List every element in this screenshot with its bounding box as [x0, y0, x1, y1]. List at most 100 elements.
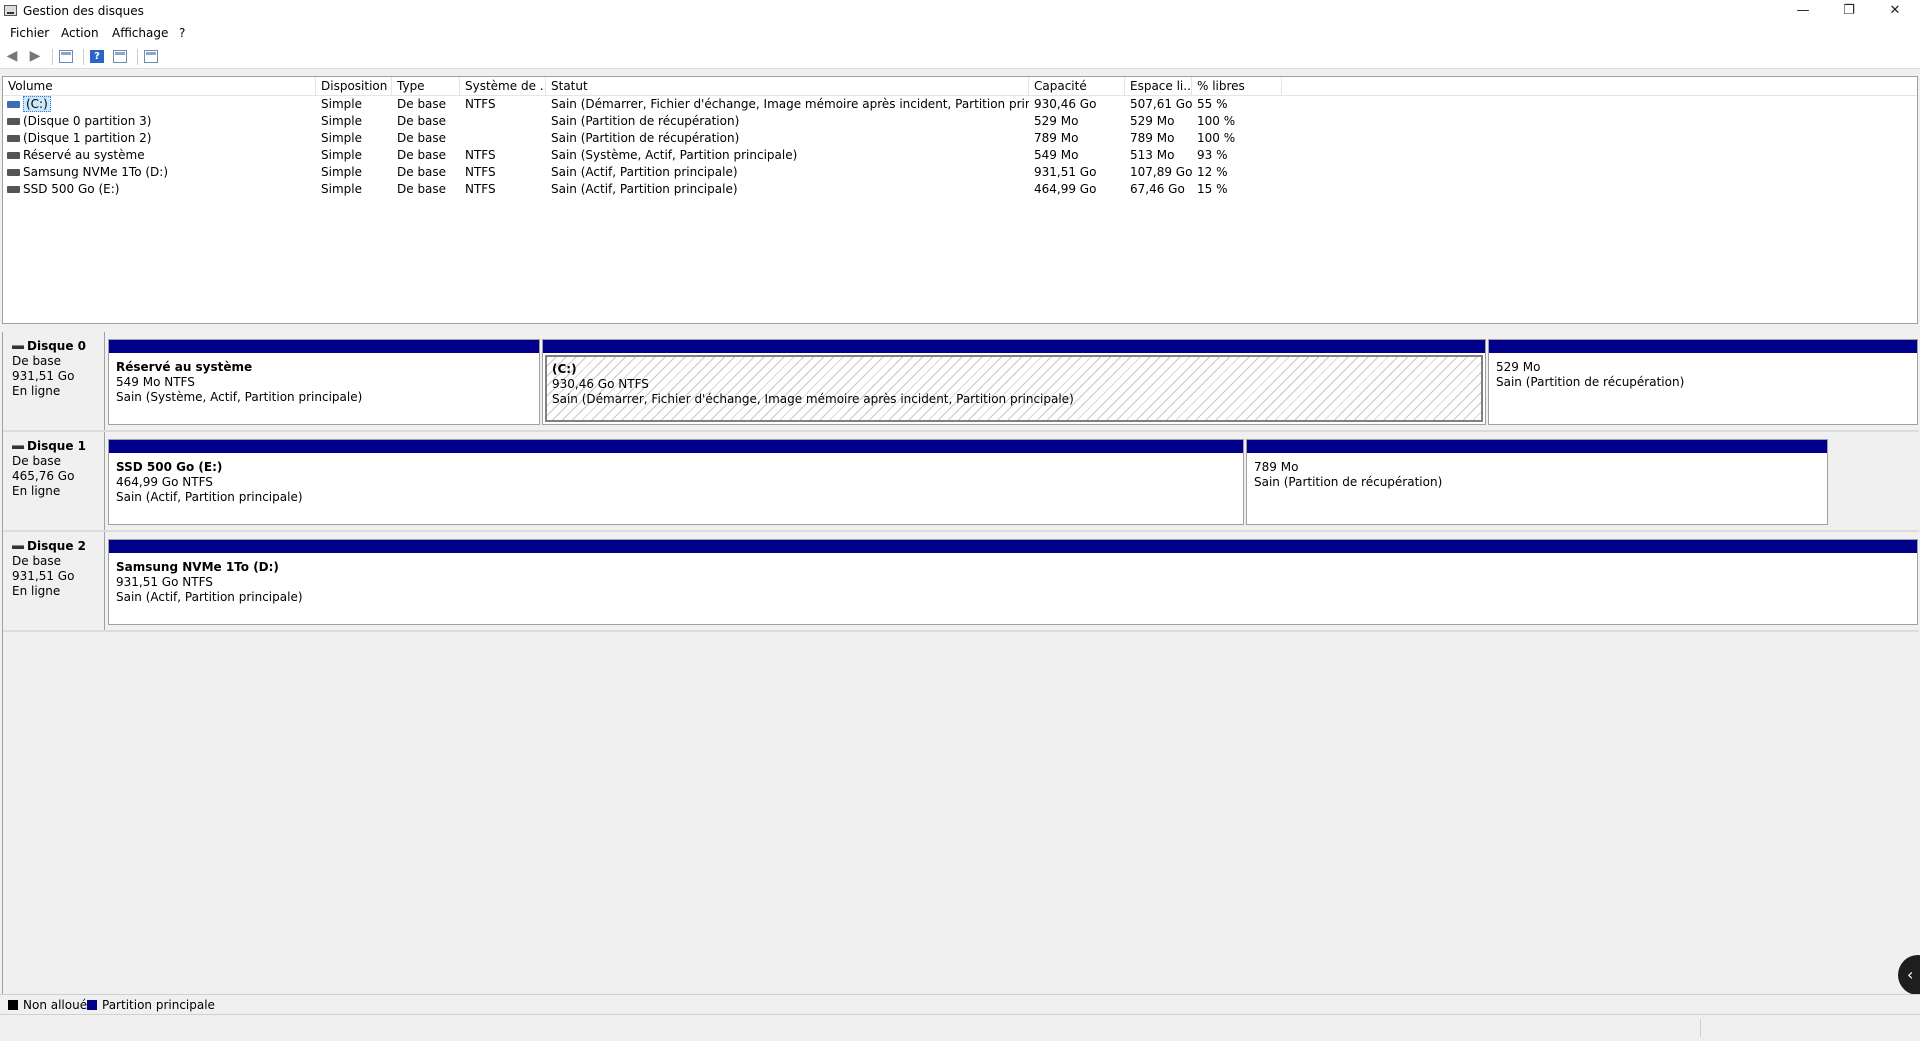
table-cell: 100 % [1197, 131, 1236, 145]
disk-row-2: Disque 2 De base 931,51 Go En ligne Sams… [3, 532, 1919, 630]
disk-label-1[interactable]: Disque 1 De base 465,76 Go En ligne [3, 432, 105, 530]
table-cell: Simple [321, 97, 362, 111]
table-cell: Sain (Démarrer, Fichier d'échange, Image… [551, 97, 1029, 111]
title-bar: Gestion des disques — ❐ ✕ [0, 0, 1920, 23]
table-cell: De base [397, 131, 447, 145]
table-cell: 93 % [1197, 148, 1228, 162]
col-filesystem[interactable]: Système de ... [460, 77, 546, 95]
table-cell: 513 Mo [1130, 148, 1175, 162]
table-cell: Simple [321, 182, 362, 196]
volume-icon [7, 186, 20, 193]
partition-recovery-0[interactable]: 529 Mo Sain (Partition de récupération) [1488, 339, 1918, 425]
window-title: Gestion des disques [23, 4, 144, 18]
table-cell: 15 % [1197, 182, 1228, 196]
table-cell: NTFS [465, 165, 496, 179]
toolbar-separator [137, 49, 138, 65]
table-cell: Samsung NVMe 1To (D:) [3, 164, 316, 181]
table-cell: Sain (Partition de récupération) [551, 131, 740, 145]
pane-splitter[interactable] [0, 324, 1920, 332]
partition-c[interactable]: (C:) 930,46 Go NTFS Sain (Démarrer, Fich… [542, 339, 1486, 425]
table-cell: 931,51 Go [1034, 165, 1097, 179]
partition-e[interactable]: SSD 500 Go (E:) 464,99 Go NTFS Sain (Act… [108, 439, 1244, 525]
volume-icon [7, 152, 20, 159]
volume-list-header: Volume Disposition Type Système de ... S… [3, 77, 1917, 96]
menu-help[interactable]: ? [179, 26, 185, 40]
volume-icon [7, 118, 20, 125]
volume-icon [7, 135, 20, 142]
toolbar-separator [83, 49, 84, 65]
legend-unallocated: Non alloué [23, 998, 88, 1012]
disk-row-0: Disque 0 De base 931,51 Go En ligne Rése… [3, 332, 1919, 430]
properties-icon[interactable] [113, 50, 127, 63]
table-cell: 529 Mo [1130, 114, 1175, 128]
status-separator [1700, 1019, 1701, 1037]
table-cell [460, 113, 546, 130]
table-cell: De base [397, 182, 447, 196]
volume-list[interactable]: Volume Disposition Type Système de ... S… [2, 76, 1918, 324]
back-arrow-icon[interactable]: ◀ [5, 49, 19, 63]
table-cell: 529 Mo [1034, 114, 1079, 128]
table-cell: (Disque 0 partition 3) [3, 113, 316, 130]
disk-label-2[interactable]: Disque 2 De base 931,51 Go En ligne [3, 532, 105, 630]
table-row[interactable]: Samsung NVMe 1To (D:) Simple De base NTFS Sa… [3, 164, 1917, 181]
col-disposition[interactable]: Disposition [316, 77, 392, 95]
table-cell: Simple [321, 131, 362, 145]
col-statut[interactable]: Statut [546, 77, 1029, 95]
table-cell: 12 % [1197, 165, 1228, 179]
table-cell: Simple [321, 148, 362, 162]
restore-button[interactable]: ❐ [1827, 0, 1871, 23]
table-cell: Sain (Actif, Partition principale) [551, 165, 738, 179]
table-cell: De base [397, 148, 447, 162]
disk-icon [12, 344, 24, 349]
table-cell: 107,89 Go [1130, 165, 1192, 179]
col-espace-libre[interactable]: Espace li... [1125, 77, 1192, 95]
primary-partition-bar [1489, 340, 1917, 353]
help-icon[interactable]: ? [90, 50, 104, 63]
table-cell: Sain (Actif, Partition principale) [551, 182, 738, 196]
table-cell [460, 130, 546, 147]
col-pourcent-libre[interactable]: % libres [1192, 77, 1282, 95]
col-type[interactable]: Type [392, 77, 460, 95]
table-cell: 930,46 Go [1034, 97, 1097, 111]
table-cell: De base [397, 165, 447, 179]
disk-icon [12, 444, 24, 449]
table-cell: Simple [321, 165, 362, 179]
partition-recovery-1[interactable]: 789 Mo Sain (Partition de récupération) [1246, 439, 1828, 525]
table-cell: De base [397, 97, 447, 111]
table-row[interactable]: (Disque 1 partition 2) Simple De base Sain … [3, 130, 1917, 147]
table-cell: De base [397, 114, 447, 128]
partition-d[interactable]: Samsung NVMe 1To (D:) 931,51 Go NTFS Sai… [108, 539, 1918, 625]
table-cell: Simple [321, 114, 362, 128]
table-cell: 789 Mo [1034, 131, 1079, 145]
disk-row-1: Disque 1 De base 465,76 Go En ligne SSD … [3, 432, 1919, 530]
col-volume[interactable]: Volume [3, 77, 316, 95]
menu-action[interactable]: Action [61, 26, 99, 40]
table-row[interactable]: SSD 500 Go (E:) Simple De base NTFS Sain (Ac… [3, 181, 1917, 198]
col-capacite[interactable]: Capacité [1029, 77, 1125, 95]
partition-reserve-systeme[interactable]: Réservé au système 549 Mo NTFS Sain (Sys… [108, 339, 540, 425]
console-tree-icon[interactable] [59, 50, 73, 63]
disk-layout-pane: Disque 0 De base 931,51 Go En ligne Rése… [2, 332, 1919, 1010]
disk-management-icon [4, 5, 17, 16]
menu-affichage[interactable]: Affichage [112, 26, 168, 40]
table-cell: (C:) [3, 96, 316, 113]
table-cell: 549 Mo [1034, 148, 1079, 162]
table-cell: 67,46 Go [1130, 182, 1185, 196]
minimize-button[interactable]: — [1781, 0, 1825, 23]
table-cell: NTFS [465, 182, 496, 196]
table-row[interactable]: (C:) Simple De base NTFS Sain (Démarrer, Fic… [3, 96, 1917, 113]
close-button[interactable]: ✕ [1873, 0, 1917, 23]
menu-bar: Fichier Action Affichage ? [0, 23, 1920, 45]
table-cell: 507,61 Go [1130, 97, 1192, 111]
table-cell: NTFS [465, 97, 496, 111]
disk-label-0[interactable]: Disque 0 De base 931,51 Go En ligne [3, 332, 105, 430]
table-cell: (Disque 1 partition 2) [3, 130, 316, 147]
primary-partition-bar [109, 540, 1917, 553]
view-list-icon[interactable] [144, 50, 158, 63]
table-row[interactable]: Réservé au système Simple De base NTFS Sain … [3, 147, 1917, 164]
table-row[interactable]: (Disque 0 partition 3) Simple De base Sain … [3, 113, 1917, 130]
menu-fichier[interactable]: Fichier [10, 26, 49, 40]
forward-arrow-icon[interactable]: ▶ [28, 49, 42, 63]
volume-icon [7, 101, 20, 108]
table-cell: 100 % [1197, 114, 1236, 128]
